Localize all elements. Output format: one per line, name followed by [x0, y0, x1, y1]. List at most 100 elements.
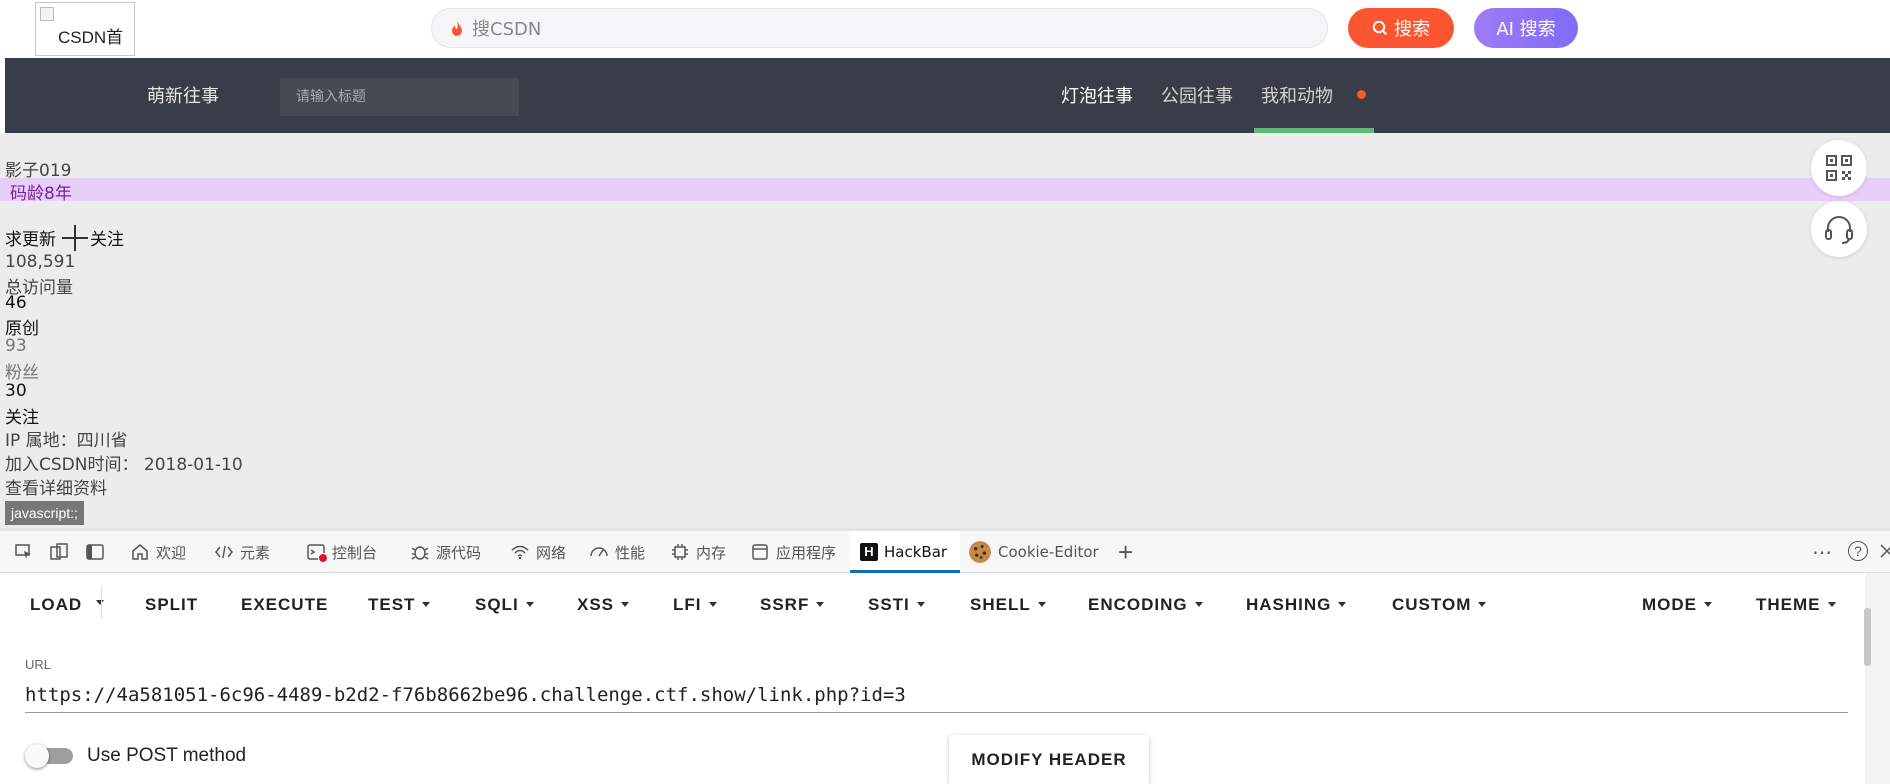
device-emulation-icon[interactable]: [49, 542, 69, 562]
blog-brand[interactable]: 萌新往事: [147, 82, 219, 108]
code-age-bar: 码龄8年: [0, 178, 1890, 204]
sidebar-toggle-icon[interactable]: [85, 542, 105, 562]
chevron-down-icon: [1037, 602, 1046, 607]
shell-menu-label: SHELL: [970, 595, 1031, 614]
custom-menu[interactable]: CUSTOM: [1392, 595, 1487, 615]
execute-button[interactable]: EXECUTE: [241, 595, 328, 615]
encoding-menu[interactable]: ENCODING: [1088, 595, 1203, 615]
view-details-link[interactable]: 查看详细资料: [5, 474, 107, 499]
split-button[interactable]: SPLIT: [145, 595, 198, 615]
xss-menu[interactable]: XSS: [577, 595, 630, 615]
post-method-label: Use POST method: [87, 745, 247, 766]
tab-sources-label: 源代码: [436, 543, 482, 562]
tab-hackbar[interactable]: H HackBar: [850, 531, 960, 573]
plus-icon: [62, 225, 88, 251]
ssti-menu-label: SSTI: [868, 595, 910, 614]
follow-button[interactable]: 关注: [90, 230, 124, 250]
tab-elements-label: 元素: [240, 543, 271, 562]
tab-performance[interactable]: 性能: [589, 531, 645, 573]
tab-welcome-label: 欢迎: [156, 543, 187, 562]
tab-performance-label: 性能: [615, 543, 646, 562]
blog-navbar: 萌新往事 灯泡往事 公园往事 我和动物: [5, 58, 1890, 133]
lfi-menu[interactable]: LFI: [673, 595, 717, 615]
tab-memory[interactable]: 内存: [670, 531, 726, 573]
help-icon[interactable]: ?: [1848, 541, 1868, 561]
hashing-menu[interactable]: HASHING: [1246, 595, 1347, 615]
request-update-button[interactable]: 求更新: [5, 230, 56, 250]
modify-header-button[interactable]: MODIFY HEADER: [949, 735, 1149, 784]
tab-elements[interactable]: 元素: [214, 531, 270, 573]
visits-value: 108,591: [5, 252, 76, 272]
chevron-down-icon: [816, 602, 825, 607]
shell-menu[interactable]: SHELL: [970, 595, 1046, 615]
chevron-down-icon: [708, 602, 717, 607]
test-menu-label: TEST: [368, 595, 416, 614]
test-menu[interactable]: TEST: [368, 595, 431, 615]
csdn-logo[interactable]: CSDN首: [35, 2, 135, 56]
inspect-element-icon[interactable]: [14, 542, 34, 562]
chevron-down-icon: [1194, 602, 1203, 607]
headset-icon: [1825, 216, 1853, 244]
tab-welcome[interactable]: 欢迎: [130, 531, 186, 573]
search-icon: [1372, 20, 1388, 36]
lfi-menu-label: LFI: [673, 595, 702, 614]
nav-item-park[interactable]: 公园往事: [1161, 82, 1233, 108]
browser-window: CSDN首 搜索 AI 搜索 萌新往事 灯泡往事 公园往事 我和动物 影: [0, 0, 1890, 784]
fans-value: 93: [5, 336, 27, 356]
follow-row: 求更新 关注: [5, 225, 124, 251]
nav-item-bulb[interactable]: 灯泡往事: [1061, 82, 1133, 108]
menu-divider: [101, 587, 102, 619]
wifi-icon: [511, 545, 529, 560]
nav-item-animals[interactable]: 我和动物: [1261, 82, 1333, 108]
code-age-badge: 码龄8年: [10, 184, 72, 204]
hackbar-scrollbar[interactable]: [1865, 573, 1890, 784]
title-search-input[interactable]: [280, 78, 519, 116]
ssrf-menu[interactable]: SSRF: [760, 595, 825, 615]
post-method-toggle-knob[interactable]: [25, 744, 49, 768]
search-button[interactable]: 搜索: [1348, 8, 1454, 48]
chevron-down-icon: [422, 602, 431, 607]
profile-panel: 影子019 码龄8年 求更新 关注 108,591 总访问量 46 原创 93 粉…: [0, 133, 1890, 528]
sqli-menu[interactable]: SQLI: [475, 595, 534, 615]
join-date: 2018-01-10: [143, 455, 243, 475]
more-options-icon[interactable]: ⋯: [1812, 540, 1832, 565]
hackbar-icon: H: [860, 543, 878, 561]
hackbar-scrollbar-thumb[interactable]: [1864, 608, 1871, 666]
tab-application-label: 应用程序: [776, 543, 837, 562]
tab-console[interactable]: 控制台: [306, 531, 377, 573]
search-box[interactable]: [431, 8, 1328, 48]
tab-network-label: 网络: [536, 543, 567, 562]
hackbar-panel: LOAD SPLIT EXECUTE TEST SQLI XSS LFI SSR…: [5, 573, 1865, 784]
qrcode-button[interactable]: [1811, 140, 1867, 196]
chevron-down-icon: [1338, 602, 1347, 607]
fans-label: 粉丝: [5, 363, 39, 383]
tab-network[interactable]: 网络: [510, 531, 566, 573]
mode-menu[interactable]: MODE: [1642, 595, 1712, 615]
sqli-menu-label: SQLI: [475, 595, 519, 614]
encoding-menu-label: ENCODING: [1088, 595, 1188, 614]
home-icon: [132, 544, 148, 560]
code-icon: [215, 545, 233, 559]
load-button[interactable]: LOAD: [30, 595, 82, 615]
ai-search-button[interactable]: AI 搜索: [1474, 8, 1578, 48]
tab-application[interactable]: 应用程序: [750, 531, 836, 573]
app-icon: [752, 544, 768, 560]
search-input[interactable]: [472, 15, 1292, 43]
hashing-menu-label: HASHING: [1246, 595, 1332, 614]
qrcode-icon: [1826, 155, 1852, 181]
close-devtools-icon[interactable]: [1880, 544, 1890, 558]
ai-search-label: AI 搜索: [1496, 19, 1556, 40]
theme-menu[interactable]: THEME: [1756, 595, 1836, 615]
bug-icon: [411, 546, 429, 560]
ssrf-menu-label: SSRF: [760, 595, 810, 614]
chevron-down-icon: [1478, 602, 1487, 607]
join-label: 加入CSDN时间：: [5, 455, 139, 475]
ssti-menu[interactable]: SSTI: [868, 595, 925, 615]
tab-sources[interactable]: 源代码: [410, 531, 481, 573]
url-input[interactable]: [25, 677, 1848, 713]
new-dot-badge: [1357, 90, 1366, 99]
add-tab-icon[interactable]: +: [1118, 537, 1133, 568]
tab-cookie-editor[interactable]: Cookie-Editor: [968, 531, 1099, 573]
join-date-row: 加入CSDN时间： 2018-01-10: [5, 450, 243, 475]
customer-service-button[interactable]: [1811, 201, 1867, 257]
